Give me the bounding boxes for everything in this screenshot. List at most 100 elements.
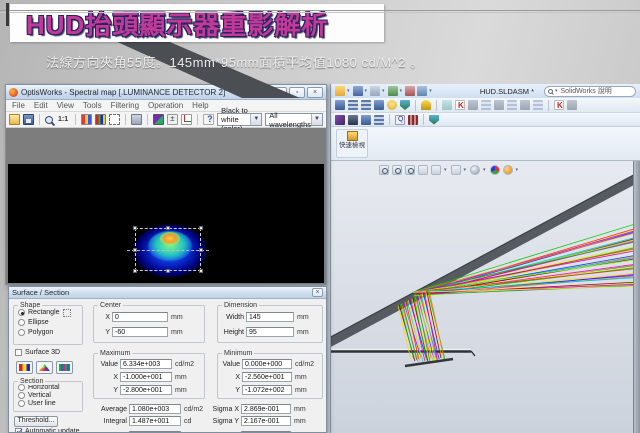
hide-show-icon[interactable]	[470, 165, 480, 175]
zoom-icon[interactable]	[45, 116, 53, 124]
menu-item-file[interactable]: File	[12, 101, 25, 110]
zoom-previous-icon[interactable]	[405, 165, 415, 175]
menu-item-edit[interactable]: Edit	[34, 101, 48, 110]
solidworks-viewport[interactable]: ▾ ▾ ▾ ▾	[331, 161, 640, 433]
average-field: 1.080e+003	[129, 404, 181, 414]
unit-label: cd	[184, 418, 191, 425]
radio-horizontal[interactable]: Horizontal	[18, 384, 82, 391]
edit-appearance-icon[interactable]	[490, 165, 500, 175]
wavelength-value: All wavelengths	[269, 111, 311, 129]
appearance-icon[interactable]	[429, 115, 439, 125]
palette-icon[interactable]	[81, 114, 92, 125]
zoom-100-button[interactable]: 1:1	[56, 115, 70, 124]
radio-user-line[interactable]: User line	[18, 400, 82, 407]
selection-handle[interactable]	[199, 226, 203, 230]
measure-icon[interactable]	[395, 115, 405, 125]
menu-item-view[interactable]: View	[57, 101, 74, 110]
chevron-down-icon[interactable]: ▾	[444, 167, 447, 173]
plate-notch	[471, 351, 475, 356]
palette-grid-button[interactable]	[56, 361, 73, 374]
detector-tool-icon[interactable]	[361, 100, 371, 110]
unit-label: cd/m2	[184, 406, 203, 413]
license-key-icon[interactable]	[421, 100, 431, 110]
radio-polygon[interactable]: Polygon	[18, 329, 82, 336]
save-icon[interactable]	[23, 114, 34, 125]
unit-label: mm	[175, 387, 187, 394]
feature-tool-icon[interactable]	[348, 115, 358, 125]
smart-fastener-icon[interactable]	[520, 100, 530, 110]
evaluate-tool-icon[interactable]	[374, 115, 384, 125]
radio-vertical[interactable]: Vertical	[18, 392, 82, 399]
selection-handle[interactable]	[199, 269, 203, 273]
mass-properties-icon[interactable]	[408, 115, 418, 125]
rgb-channels-icon[interactable]	[95, 114, 106, 125]
material-icon[interactable]	[400, 100, 410, 110]
move-tool-icon[interactable]	[494, 100, 504, 110]
open-icon[interactable]	[9, 114, 20, 125]
ray-trace-icon[interactable]	[455, 100, 465, 110]
radio-ellipse[interactable]: Ellipse	[18, 319, 82, 326]
help-icon[interactable]	[203, 114, 214, 125]
selection-rect[interactable]	[135, 228, 201, 271]
luminance-map[interactable]	[8, 164, 324, 283]
auto-update-checkbox[interactable]: Automatic update	[15, 428, 79, 433]
interference-icon[interactable]	[567, 100, 577, 110]
radio-rectangle[interactable]: Rectangle	[18, 309, 82, 317]
light-source-icon[interactable]	[387, 100, 397, 110]
selection-handle[interactable]	[166, 269, 170, 273]
selection-handle[interactable]	[166, 226, 170, 230]
scene-icon[interactable]	[503, 165, 513, 175]
surface3d-checkbox[interactable]: Surface 3D	[15, 349, 60, 356]
menu-item-operation[interactable]: Operation	[148, 101, 183, 110]
selection-handle[interactable]	[133, 248, 137, 252]
viewport-scrollbar[interactable]	[633, 161, 640, 433]
menu-item-filtering[interactable]: Filtering	[111, 101, 139, 110]
display-style-icon[interactable]	[451, 165, 461, 175]
width-field[interactable]: 145	[246, 312, 294, 322]
pinstripe-line	[0, 10, 640, 11]
menu-item-tools[interactable]: Tools	[83, 101, 102, 110]
clipboard-icon[interactable]	[131, 114, 142, 125]
selection-handle[interactable]	[133, 269, 137, 273]
palette-bars-button[interactable]	[16, 361, 33, 374]
palette-triangle-button[interactable]	[36, 361, 53, 374]
threshold-button[interactable]: Threshold...	[14, 416, 58, 427]
zoom-fit-icon[interactable]	[379, 165, 389, 175]
selection-handle[interactable]	[199, 248, 203, 252]
selection-frame-icon[interactable]	[109, 114, 120, 125]
sketch-tool-icon[interactable]	[335, 115, 345, 125]
axes-icon[interactable]	[181, 114, 192, 125]
zoom-area-icon[interactable]	[392, 165, 402, 175]
speos-tool-icon[interactable]	[335, 100, 345, 110]
palette-mode-select[interactable]: Black to white (color) ▼	[217, 113, 262, 126]
view-orientation-icon[interactable]	[431, 165, 441, 175]
detector-tool-icon[interactable]	[348, 100, 358, 110]
quick-view-button[interactable]: 快速檢視	[336, 129, 368, 158]
component-tool-icon[interactable]	[507, 100, 517, 110]
color-mode-icon[interactable]	[153, 114, 164, 125]
simulation-tool-icon[interactable]	[374, 100, 384, 110]
panel-close-button[interactable]	[312, 288, 323, 297]
chevron-down-icon[interactable]: ▼	[250, 114, 261, 125]
unit-label: cd/m2	[175, 361, 194, 368]
chevron-down-icon[interactable]: ▾	[516, 167, 519, 173]
height-field[interactable]: 95	[246, 327, 294, 337]
menu-item-help[interactable]: Help	[192, 101, 208, 110]
mate-tool-icon[interactable]	[468, 100, 478, 110]
wavelength-select[interactable]: All wavelengths ▼	[265, 113, 323, 126]
selection-handle[interactable]	[133, 226, 137, 230]
center-y-field[interactable]: -60	[112, 327, 168, 337]
chevron-down-icon[interactable]: ▼	[311, 114, 322, 125]
surface-tool-icon[interactable]	[361, 115, 371, 125]
chevron-down-icon[interactable]: ▾	[483, 167, 486, 173]
exploded-view-icon[interactable]	[533, 100, 543, 110]
assembly-tool-icon[interactable]	[442, 100, 452, 110]
ray-trace-icon-2[interactable]	[554, 100, 564, 110]
min-value-field: 0.000e+000	[242, 359, 292, 369]
section-view-icon[interactable]	[418, 165, 428, 175]
center-x-field[interactable]: 0	[112, 312, 168, 322]
levels-icon[interactable]	[167, 114, 178, 125]
checkbox-label: Surface 3D	[25, 349, 60, 356]
chevron-down-icon[interactable]: ▾	[464, 167, 467, 173]
pattern-tool-icon[interactable]	[481, 100, 491, 110]
